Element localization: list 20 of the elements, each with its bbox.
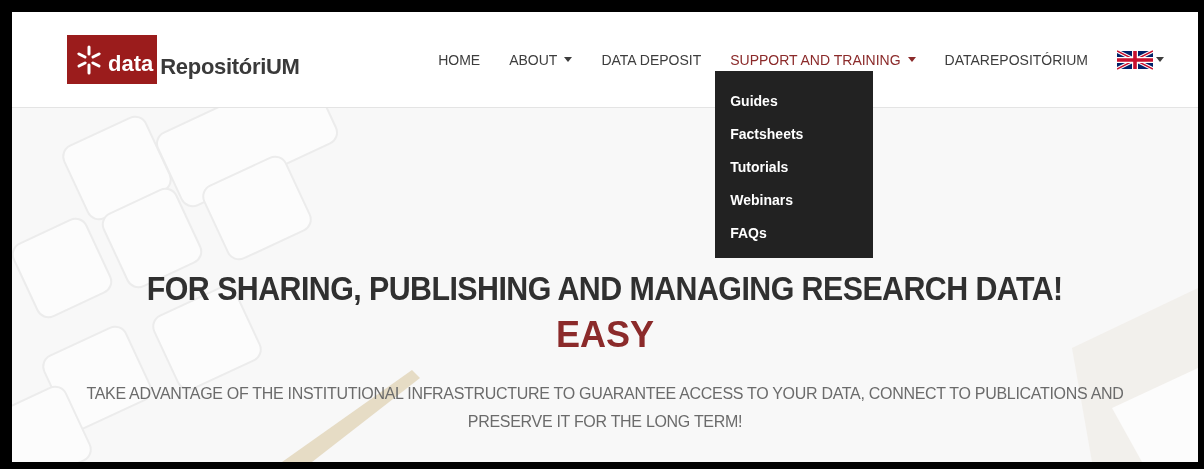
caret-icon xyxy=(1156,57,1164,62)
hero-highlight: EASY xyxy=(555,314,654,356)
menu-item[interactable]: Guides xyxy=(715,84,874,118)
nav-link[interactable]: DATAREPOSITÓRIUM xyxy=(944,43,1088,76)
menu-item[interactable]: Webinars xyxy=(715,183,874,217)
hero-subtitle: TAKE ADVANTAGE OF THE INSTITUTIONAL INFRASTRUCTURE TO GUARANTEE ACCESS TO YOUR DATA, CONNECT TO PUBLICATIONS AND PRESERVE IT FOR THE LONG TERM! xyxy=(85,384,1125,432)
menu-item[interactable]: Factsheets xyxy=(715,117,874,151)
language-selector[interactable] xyxy=(1117,49,1164,70)
menu-item[interactable]: Tutorials xyxy=(715,150,874,184)
hero-headline: FOR SHARING, PUBLISHING AND MANAGING RESEARCH DATA! xyxy=(147,270,1063,308)
logo-text: data xyxy=(108,49,154,77)
nav-link[interactable]: ABOUT xyxy=(509,43,573,76)
logo-name: RepositóriUM xyxy=(160,52,300,80)
nav-link[interactable]: DATA DEPOSIT xyxy=(601,43,702,76)
nav-link[interactable]: SUPPORT AND TRAINING xyxy=(730,43,916,76)
logo-badge[interactable]: data xyxy=(67,35,158,84)
menu-item[interactable]: FAQs xyxy=(715,216,874,250)
asterisk-icon xyxy=(76,44,102,75)
nav-link[interactable]: HOME xyxy=(438,43,481,76)
uk-flag-icon xyxy=(1117,49,1153,70)
